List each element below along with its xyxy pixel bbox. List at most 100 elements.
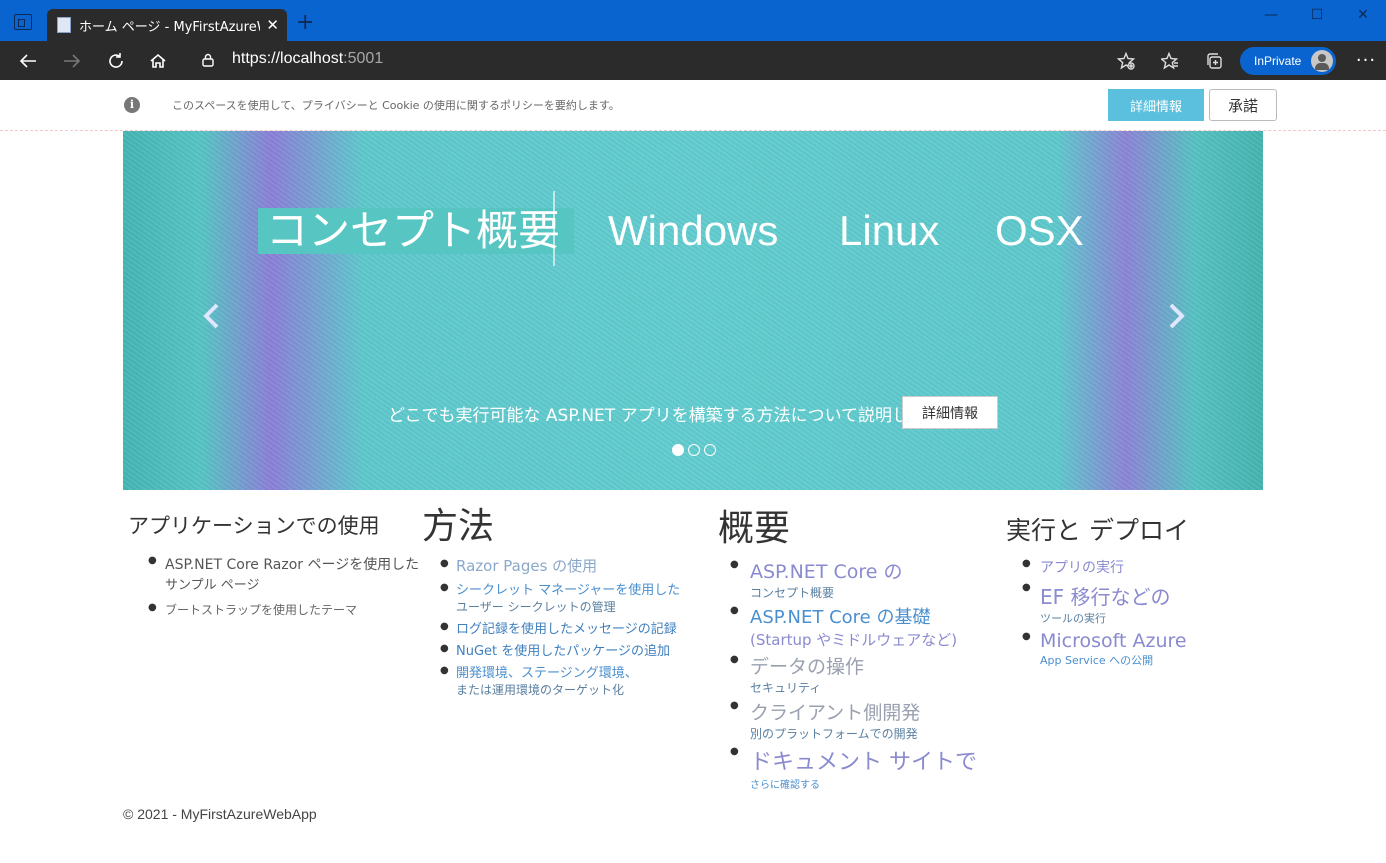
- bullet-icon: ●: [1022, 631, 1031, 642]
- bullet-icon: ●: [440, 558, 449, 569]
- bullet-icon: ●: [1022, 582, 1031, 593]
- section-title: アプリケーションでの使用: [128, 514, 380, 538]
- link-nuget[interactable]: NuGet を使用したパッケージの追加: [456, 640, 680, 659]
- add-favorite-button[interactable]: [1104, 41, 1148, 80]
- page-favicon-icon: [57, 17, 71, 33]
- inprivate-label: InPrivate: [1254, 53, 1302, 68]
- cookie-learn-more-button[interactable]: 詳細情報: [1108, 89, 1204, 121]
- cookie-consent-banner: i このスペースを使用して、プライバシーと Cookie の使用に関するポリシー…: [0, 80, 1386, 131]
- link-azure-sub[interactable]: App Service への公開: [1040, 652, 1189, 668]
- link-ef-migrations-sub[interactable]: ツールの実行: [1040, 610, 1189, 626]
- cookie-accept-button[interactable]: 承諾: [1209, 89, 1277, 121]
- carousel-indicator-2[interactable]: [688, 444, 700, 456]
- link-client-side[interactable]: クライアント側開発: [750, 698, 977, 725]
- link-security[interactable]: セキュリティ: [750, 679, 977, 696]
- new-tab-button[interactable]: +: [296, 9, 314, 37]
- cookie-message: このスペースを使用して、プライバシーと Cookie の使用に関するポリシーを要…: [172, 99, 620, 112]
- carousel-item-windows[interactable]: Windows: [608, 208, 778, 254]
- info-icon: i: [124, 97, 140, 113]
- star-plus-icon: [1117, 51, 1135, 70]
- carousel-item-concepts[interactable]: コンセプト概要: [258, 208, 575, 254]
- link-run-app[interactable]: アプリの実行: [1040, 557, 1189, 577]
- close-window-button[interactable]: ✕: [1340, 0, 1386, 30]
- list-item: ● ログ記録を使用したメッセージの記録: [440, 618, 680, 637]
- tab-close-icon[interactable]: ✕: [266, 16, 279, 34]
- refresh-icon: [109, 52, 123, 68]
- favorites-icon: [1161, 51, 1179, 70]
- carousel-indicator-1[interactable]: [672, 444, 684, 456]
- link-fundamentals-sub[interactable]: (Startup やミドルウェアなど): [750, 629, 977, 650]
- link-concepts[interactable]: ASP.NET Core の: [750, 557, 977, 584]
- carousel-indicator-3[interactable]: [704, 444, 716, 456]
- link-concepts-sub[interactable]: コンセプト概要: [750, 584, 977, 601]
- link-secret-manager[interactable]: シークレット マネージャーを使用した: [456, 579, 680, 598]
- bullet-icon: ●: [730, 559, 739, 570]
- tab-title: ホーム ページ - MyFirstAzureWebApp: [79, 19, 260, 35]
- list-item: ● Razor Pages の使用: [440, 555, 680, 576]
- link-other-platforms[interactable]: 別のプラットフォームでの開発: [750, 725, 977, 742]
- list-item: ● シークレット マネージャーを使用した ユーザー シークレットの管理: [440, 579, 680, 615]
- refresh-button[interactable]: [98, 41, 134, 80]
- bullet-icon: ●: [730, 605, 739, 616]
- list-item: ● 開発環境、ステージング環境、 または運用環境のターゲット化: [440, 662, 680, 698]
- link-azure[interactable]: Microsoft Azure: [1040, 630, 1189, 652]
- forward-button[interactable]: [54, 41, 90, 80]
- chevron-right-icon: [1169, 303, 1185, 329]
- bullet-icon: ●: [440, 582, 449, 593]
- link-data[interactable]: データの操作: [750, 652, 977, 679]
- back-arrow-icon: [19, 53, 36, 68]
- link-fundamentals[interactable]: ASP.NET Core の基礎: [750, 603, 977, 629]
- page-footer: © 2021 - MyFirstAzureWebApp: [123, 806, 317, 822]
- list-item: ● データの操作 セキュリティ: [730, 652, 977, 696]
- carousel-prev-button[interactable]: [199, 301, 225, 331]
- home-button[interactable]: [140, 41, 176, 80]
- link-ef-migrations[interactable]: EF 移行などの: [1040, 581, 1189, 610]
- lock-icon[interactable]: [202, 53, 214, 67]
- tab-actions-icon[interactable]: [14, 14, 32, 30]
- carousel-item-linux[interactable]: Linux: [839, 208, 939, 254]
- window-controls: — ☐ ✕: [1248, 0, 1386, 30]
- list-item: ● ASP.NET Core の コンセプト概要: [730, 557, 977, 601]
- bullet-icon: ●: [440, 665, 449, 676]
- bullet-icon: ●: [1022, 558, 1031, 569]
- link-secret-manager-sub[interactable]: ユーザー シークレットの管理: [456, 598, 680, 615]
- inprivate-button[interactable]: InPrivate: [1240, 46, 1336, 75]
- section-title: 実行と デプロイ: [1006, 516, 1189, 545]
- list-item: ● NuGet を使用したパッケージの追加: [440, 640, 680, 659]
- link-docs-site-sub[interactable]: さらに確認する: [750, 776, 977, 791]
- link-environments-sub[interactable]: または運用環境のターゲット化: [456, 681, 680, 698]
- back-button[interactable]: [10, 41, 46, 80]
- link-razor-sample-sub[interactable]: サンプル ページ: [165, 574, 419, 593]
- collections-button[interactable]: [1192, 41, 1236, 80]
- maximize-button[interactable]: ☐: [1294, 0, 1340, 30]
- link-docs-site[interactable]: ドキュメント サイトで: [750, 744, 977, 776]
- more-menu-button[interactable]: ···: [1346, 50, 1386, 71]
- link-razor-sample[interactable]: ASP.NET Core Razor ページを使用した: [165, 554, 419, 574]
- favorites-button[interactable]: [1148, 41, 1192, 80]
- browser-titlebar: ホーム ページ - MyFirstAzureWebApp ✕ + — ☐ ✕: [0, 0, 1386, 41]
- link-bootstrap-theme[interactable]: ブートストラップを使用したテーマ: [165, 601, 419, 618]
- carousel-indicators: [672, 444, 716, 456]
- link-environments[interactable]: 開発環境、ステージング環境、: [456, 662, 680, 681]
- carousel-learn-more-button[interactable]: 詳細情報: [902, 396, 998, 429]
- link-logging[interactable]: ログ記録を使用したメッセージの記録: [456, 618, 680, 637]
- bullet-icon: ●: [440, 621, 449, 632]
- carousel-next-button[interactable]: [1163, 301, 1189, 331]
- list-item: ● ASP.NET Core の基礎 (Startup やミドルウェアなど): [730, 603, 977, 650]
- url-field[interactable]: https://localhost:5001: [232, 50, 383, 68]
- section-overview: 概要 ● ASP.NET Core の コンセプト概要 ● ASP.NET Co…: [718, 505, 977, 793]
- address-bar: https://localhost:5001 InPrivate ···: [0, 41, 1386, 80]
- list-item: ● ドキュメント サイトで さらに確認する: [730, 744, 977, 791]
- minimize-button[interactable]: —: [1248, 0, 1294, 30]
- carousel-item-osx[interactable]: OSX: [995, 208, 1084, 254]
- section-application: アプリケーションでの使用 ● ASP.NET Core Razor ページを使用…: [128, 505, 419, 626]
- tab-active[interactable]: ホーム ページ - MyFirstAzureWebApp ✕: [47, 9, 287, 41]
- profile-avatar: [1311, 49, 1333, 72]
- chevron-left-icon: [203, 303, 219, 329]
- link-razor-pages[interactable]: Razor Pages の使用: [456, 555, 680, 576]
- list-item: ● Microsoft Azure App Service への公開: [1022, 630, 1189, 668]
- list-item: ● ブートストラップを使用したテーマ: [148, 601, 419, 618]
- bullet-icon: ●: [730, 654, 739, 665]
- list-item: ● ASP.NET Core Razor ページを使用した サンプル ページ: [148, 554, 419, 593]
- carousel-divider: [553, 191, 555, 266]
